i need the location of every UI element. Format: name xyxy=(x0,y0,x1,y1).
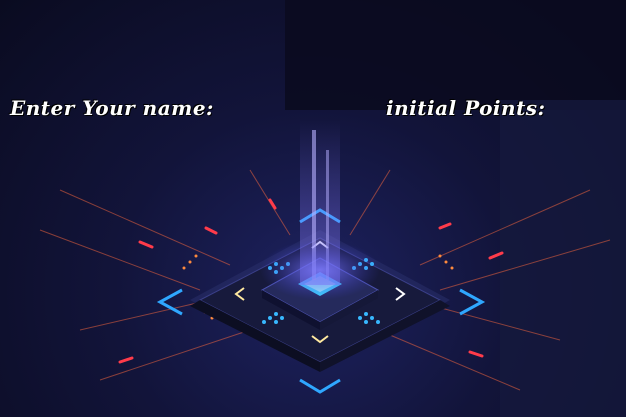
background-scene: Enter Your name: initial Points: xyxy=(0,0,626,417)
name-label: Enter Your name: xyxy=(10,96,214,120)
initial-points-label: initial Points: xyxy=(386,96,546,120)
light-beam xyxy=(260,120,380,300)
cpu-chip-illustration xyxy=(39,120,611,394)
